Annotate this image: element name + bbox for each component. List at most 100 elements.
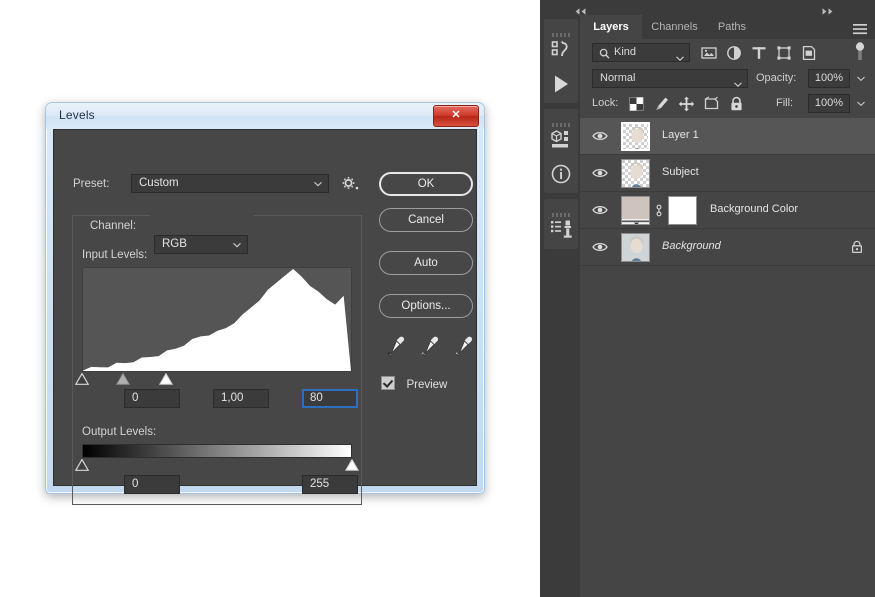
opacity-chevron-down-icon[interactable] xyxy=(854,69,868,88)
kind-filter-select[interactable]: Kind xyxy=(592,43,690,62)
auto-button[interactable]: Auto xyxy=(379,251,473,275)
fill-label: Fill: xyxy=(776,97,794,109)
blend-mode-row: Normal Opacity: 100% xyxy=(580,67,875,91)
dialog-title: Levels xyxy=(59,108,95,122)
actions-play-icon[interactable] xyxy=(544,67,578,101)
input-gamma-slider[interactable] xyxy=(115,372,130,385)
input-black-slider[interactable] xyxy=(74,372,90,385)
set-gray-point-eyedropper-icon[interactable] xyxy=(418,334,440,358)
search-icon xyxy=(599,48,610,59)
preset-select[interactable]: Custom xyxy=(131,174,329,193)
drag-grip-icon[interactable] xyxy=(552,24,570,37)
filter-toggle-icon[interactable] xyxy=(854,42,866,62)
lock-all-icon[interactable] xyxy=(728,96,745,112)
tab-layers[interactable]: Layers xyxy=(580,15,642,39)
opacity-label: Opacity: xyxy=(756,72,797,84)
3d-icon[interactable] xyxy=(544,122,578,156)
fill-value-field[interactable]: 100% xyxy=(808,94,850,113)
channel-select[interactable]: RGB xyxy=(154,235,248,254)
styles-icon[interactable] xyxy=(544,212,578,246)
layer-row[interactable]: Subject xyxy=(580,155,875,192)
chevron-down-icon xyxy=(676,50,684,61)
eye-visibility-icon[interactable] xyxy=(592,166,608,178)
filter-pixel-icon[interactable] xyxy=(701,45,717,61)
layer-row[interactable]: Background xyxy=(580,229,875,266)
fill-chevron-down-icon[interactable] xyxy=(854,94,868,113)
channel-label: Channel: xyxy=(90,220,137,232)
filter-shape-icon[interactable] xyxy=(776,45,792,61)
preview-checkbox-row[interactable]: Preview xyxy=(381,375,447,393)
fill-layer-thumbnail[interactable] xyxy=(621,196,650,225)
info-icon[interactable] xyxy=(544,157,578,191)
input-gamma-field[interactable]: 1,00 xyxy=(213,389,269,408)
lock-image-pixels-icon[interactable] xyxy=(653,96,670,112)
eye-visibility-icon[interactable] xyxy=(592,203,608,215)
chevron-down-icon xyxy=(314,181,322,186)
layer-row[interactable]: Background Color xyxy=(580,192,875,229)
preview-checkbox[interactable] xyxy=(381,376,395,390)
blend-mode-select[interactable]: Normal xyxy=(592,69,748,88)
dialog-titlebar[interactable]: Levels ✕ xyxy=(46,103,484,129)
blend-mode-value: Normal xyxy=(600,72,636,84)
close-button[interactable]: ✕ xyxy=(433,105,479,127)
output-white-field[interactable]: 255 xyxy=(302,475,358,494)
output-black-field[interactable]: 0 xyxy=(124,475,180,494)
output-white-slider[interactable] xyxy=(344,458,360,471)
output-black-slider[interactable] xyxy=(74,458,90,471)
input-white-slider[interactable] xyxy=(158,372,173,385)
eye-visibility-icon[interactable] xyxy=(592,129,608,141)
dock-collapse-bar xyxy=(540,0,875,15)
options-button[interactable]: Options... xyxy=(379,294,473,318)
dialog-body: Preset: Custom Channel: RGB Input Levels… xyxy=(53,129,477,505)
layer-list-empty-area xyxy=(580,303,875,597)
layer-thumbnail[interactable] xyxy=(621,122,650,151)
channel-value: RGB xyxy=(162,238,187,250)
rail-group-history xyxy=(544,19,578,103)
layer-thumbnail[interactable] xyxy=(621,233,650,262)
lock-transparency-icon[interactable] xyxy=(628,96,645,112)
preset-label: Preset: xyxy=(73,178,110,190)
set-white-point-eyedropper-icon[interactable] xyxy=(452,334,474,358)
preset-value: Custom xyxy=(139,177,179,189)
layer-name: Background Color xyxy=(710,203,799,215)
set-black-point-eyedropper-icon[interactable] xyxy=(384,334,406,358)
filter-smart-object-icon[interactable] xyxy=(801,45,817,61)
opacity-value-field[interactable]: 100% xyxy=(808,69,850,88)
chevron-down-icon xyxy=(734,76,742,87)
output-level-sliders xyxy=(74,458,360,471)
levels-dialog: Levels ✕ Preset: Custom Channel: RGB Inp… xyxy=(45,102,485,505)
output-gradient-bar xyxy=(82,444,352,458)
layer-row[interactable]: Layer 1 xyxy=(580,118,875,155)
preview-label: Preview xyxy=(406,379,448,391)
tab-channels[interactable]: Channels xyxy=(642,15,707,39)
input-black-field[interactable]: 0 xyxy=(124,389,180,408)
mask-link-icon[interactable] xyxy=(654,204,664,217)
lock-position-icon[interactable] xyxy=(678,96,695,112)
histogram-plot xyxy=(83,268,351,371)
hamburger-menu-icon[interactable] xyxy=(853,22,867,35)
fieldset-legend-gap xyxy=(150,215,254,217)
drag-grip-icon[interactable] xyxy=(552,204,570,217)
cancel-button[interactable]: Cancel xyxy=(379,208,473,232)
eye-visibility-icon[interactable] xyxy=(592,240,608,252)
double-chevron-right-icon[interactable] xyxy=(819,3,835,15)
input-level-sliders xyxy=(74,372,352,385)
photoshop-panel-dock: Layers Channels Paths Kind Normal Opacit… xyxy=(540,0,875,597)
layer-thumbnail[interactable] xyxy=(621,159,650,188)
eyedropper-group xyxy=(384,334,474,360)
filter-type-icon[interactable] xyxy=(751,45,767,61)
input-white-field[interactable]: 80 xyxy=(302,389,358,408)
layer-mask-thumbnail[interactable] xyxy=(668,196,697,225)
layers-panel: Layers Channels Paths Kind Normal Opacit… xyxy=(580,15,875,597)
gear-icon[interactable] xyxy=(341,175,359,191)
ok-button[interactable]: OK xyxy=(379,172,473,196)
double-chevron-left-icon[interactable] xyxy=(573,3,589,15)
rail-group-3d-info xyxy=(544,109,578,193)
layer-name: Layer 1 xyxy=(662,129,699,141)
lock-artboard-nesting-icon[interactable] xyxy=(703,96,720,112)
tab-paths[interactable]: Paths xyxy=(707,15,757,39)
filter-adjustment-icon[interactable] xyxy=(726,45,742,61)
drag-grip-icon[interactable] xyxy=(552,114,570,127)
history-icon[interactable] xyxy=(544,33,578,67)
lock-label: Lock: xyxy=(592,97,619,109)
